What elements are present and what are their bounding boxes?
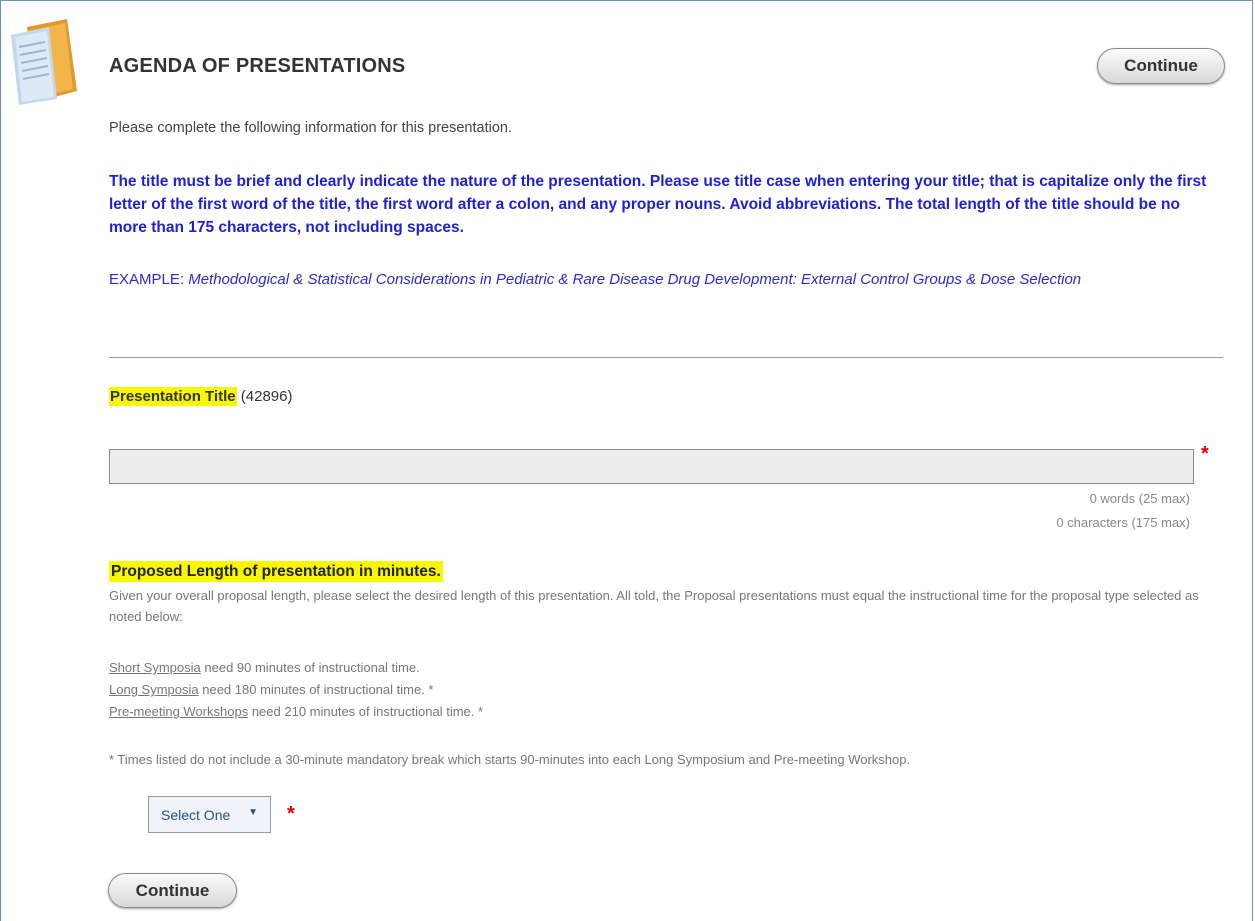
proposed-length-label: Proposed Length of presentation in minut… [109, 561, 443, 582]
presentation-id: (42896) [240, 388, 293, 405]
list-item: Short Symposia need 90 minutes of instru… [109, 657, 1219, 679]
list-item-text: need 90 minutes of instructional time. [200, 660, 420, 675]
continue-button-top[interactable]: Continue [1097, 48, 1225, 84]
list-item-text: need 210 minutes of instructional time. … [248, 704, 484, 719]
proposed-length-label-text: Proposed Length of presentation in minut… [109, 561, 443, 582]
length-description: Given your overall proposal length, plea… [109, 588, 1199, 624]
long-symposia-link[interactable]: Long Symposia [109, 682, 199, 697]
instructional-time-list: Short Symposia need 90 minutes of instru… [109, 657, 1219, 723]
continue-button-bottom[interactable]: Continue [108, 873, 237, 908]
break-note: * Times listed do not include a 30-minut… [109, 752, 911, 767]
folder-documents-icon [11, 19, 77, 105]
presentation-title-input[interactable] [109, 449, 1194, 484]
presentation-title-label-text: Presentation Title [109, 387, 237, 406]
page-frame: AGENDA OF PRESENTATIONS Continue Please … [0, 0, 1253, 921]
example-prefix: EXAMPLE: [109, 271, 189, 288]
example-title: Methodological & Statistical Considerati… [188, 271, 1082, 288]
title-rules-text: The title must be brief and clearly indi… [109, 173, 1207, 236]
list-item: Long Symposia need 180 minutes of instru… [109, 679, 1219, 701]
caret-down-icon: ▼ [248, 807, 258, 818]
presentation-title-label: Presentation Title (42896) [109, 387, 293, 406]
page-title: AGENDA OF PRESENTATIONS [109, 55, 406, 77]
list-item-text: need 180 minutes of instructional time. … [198, 682, 434, 697]
word-counter: 0 words (25 max) [1089, 491, 1190, 506]
select-required-marker: * [287, 803, 295, 825]
short-symposia-link[interactable]: Short Symposia [109, 660, 201, 675]
example-text: EXAMPLE: Methodological & Statistical Co… [109, 268, 1219, 291]
pre-meeting-workshops-link[interactable]: Pre-meeting Workshops [109, 704, 248, 719]
section-divider [109, 357, 1223, 358]
character-counter: 0 characters (175 max) [1056, 515, 1190, 530]
title-required-marker: * [1201, 443, 1209, 465]
length-select[interactable]: Select One ▼ [148, 796, 271, 833]
list-item: Pre-meeting Workshops need 210 minutes o… [109, 701, 1219, 723]
length-select-value: Select One [161, 806, 231, 823]
intro-text: Please complete the following informatio… [109, 120, 512, 136]
